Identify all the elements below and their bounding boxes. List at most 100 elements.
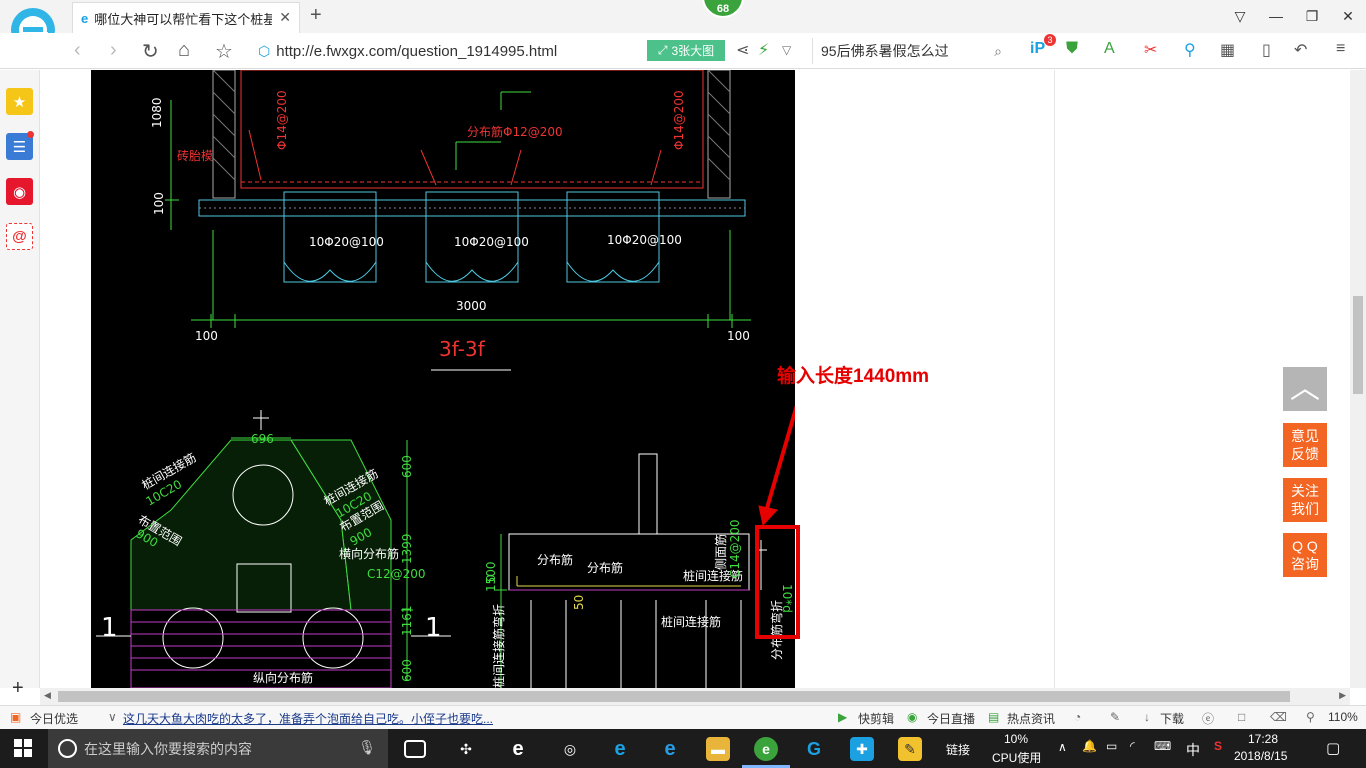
url-text: http://e.fwxgx.com/question_1914995.html [276,42,558,60]
swirl-app-icon[interactable]: ◎ [558,737,582,761]
share-icon[interactable]: ⋖ [736,40,749,60]
score-badge[interactable]: 68 [702,0,744,18]
quick-clip-link[interactable]: 快剪辑 [858,710,894,727]
ie-icon[interactable]: e [658,737,682,761]
feedback-button[interactable]: 意见 反馈 [1283,423,1327,467]
live-link[interactable]: 今日直播 [927,710,975,727]
undo-icon[interactable]: ↶ [1294,40,1307,60]
d-dim-0: 0 [484,574,498,582]
g-app-icon[interactable]: G [802,737,826,761]
scroll-left-icon[interactable]: ◀ [44,690,51,701]
scroll-right-icon[interactable]: ▶ [1339,690,1346,701]
d-dist-label-2: 分布筋 [587,560,623,575]
notification-bell-icon[interactable]: 🔔 [1082,739,1097,753]
home-icon[interactable]: ⌂ [178,39,190,62]
scissors-icon[interactable]: ✂ [1144,40,1157,60]
ip-icon[interactable]: iP [1030,40,1045,58]
ie-mode-icon[interactable]: ⓔ [1202,710,1214,727]
tab-close-icon[interactable]: ✕ [279,9,291,26]
translate-icon[interactable]: A [1104,40,1115,58]
back-to-top-button[interactable]: ︿ [1283,367,1327,411]
taskbar-search-placeholder: 在这里输入你要搜索的内容 [84,740,252,757]
search-input[interactable]: 95后佛系暑假怎么过 ⌕ [812,38,1008,64]
left-sidebar: ★ ☰ ◉ @ + [0,70,40,699]
edge-icon[interactable]: e [608,737,632,761]
email-icon[interactable]: @ [6,223,33,250]
horiz-dist-spec: C12@200 [367,567,426,581]
menu-icon[interactable]: ≡ [1336,40,1345,58]
task-view-icon[interactable] [404,740,426,758]
qq-consult-button[interactable]: Q Q 咨询 [1283,533,1327,577]
apps-icon[interactable]: ▦ [1220,40,1235,60]
search-icon[interactable]: ⌕ [994,43,1002,60]
d-tie-label-2: 桩间连接筋 [661,614,721,629]
hot-news-link[interactable]: 热点资讯 [1007,710,1055,727]
clock-time[interactable]: 17:28 [1248,732,1278,746]
horizontal-scrollbar[interactable]: ◀ ▶ [40,688,1350,705]
weibo-icon[interactable]: ◉ [6,178,33,205]
action-center-icon[interactable]: ▢ [1326,739,1340,757]
pin-icon[interactable]: ✎ [1110,710,1120,724]
active-browser-icon[interactable]: e [754,737,778,761]
tray-chevron-icon[interactable]: ∧ [1058,740,1067,754]
windows-start-icon[interactable] [14,739,32,757]
skin-icon[interactable]: ▽ [1222,0,1258,32]
links-toolbar[interactable]: 链接 [946,741,970,758]
chevron-down-icon[interactable]: ∨ [108,710,117,724]
minimize-button[interactable]: — [1258,0,1294,32]
magnifier-icon[interactable]: ⚲ [1184,40,1196,60]
vertical-scroll-thumb[interactable] [1353,296,1363,394]
favorite-star-icon[interactable]: ☆ [215,39,233,64]
bottom-bar-3: 10Φ20@100 [607,233,682,247]
shield-icon[interactable]: ⛊ [1066,40,1078,58]
cpu-label: CPU使用 [992,751,1042,765]
browser-e-icon[interactable]: e [506,737,530,761]
follow-button[interactable]: 关注 我们 [1283,478,1327,522]
ime-indicator[interactable]: 中 [1186,740,1200,760]
new-tab-button[interactable]: + [310,4,322,27]
speed-icon[interactable]: ⚡ [758,40,769,60]
section-mark-left: 1 [101,613,118,643]
speed-dial-icon[interactable]: ◔ [1074,710,1081,724]
browser-tab[interactable]: e 哪位大神可以帮忙看下这个桩基础 ✕ [72,2,300,33]
sogou-ime-icon[interactable]: S [1214,739,1222,753]
dim-600-bottom: 600 [400,659,414,682]
wifi-icon[interactable]: ◜ [1130,739,1135,753]
keyboard-icon[interactable]: ⌨ [1154,739,1171,753]
microphone-icon[interactable]: 🎙 [358,739,376,756]
restore-button[interactable]: ❐ [1294,0,1330,32]
clock-date[interactable]: 2018/8/15 [1234,749,1287,763]
refresh-icon[interactable]: ↻ [142,39,159,64]
trash-icon[interactable]: ⌫ [1270,710,1287,724]
navigation-bar: ‹ › ↻ ⌂ ☆ ⬡ http://e.fwxgx.com/question_… [0,33,1366,69]
news-ticker-link[interactable]: 这几天大鱼大肉吃的太多了，准备弄个泡面给自己吃。小侄子也要吃... [123,710,493,727]
horizontal-scroll-thumb[interactable] [58,691,1290,702]
back-icon[interactable]: ‹ [74,39,81,62]
favorites-icon[interactable]: ★ [6,88,33,115]
today-picks-link[interactable]: 今日优选 [30,710,78,727]
notes-app-icon[interactable]: ✎ [898,737,922,761]
d-dim-50: 50 [572,595,586,610]
vertical-scrollbar[interactable] [1350,70,1366,688]
download-link[interactable]: 下载 [1160,710,1184,727]
forward-icon[interactable]: › [110,39,117,62]
content-divider [1054,70,1055,688]
dim-1080: 1080 [150,97,164,128]
chevron-down-icon[interactable]: ▽ [782,43,791,57]
qq-label: Q Q 咨询 [1291,538,1319,572]
status-bar: ▣ 今日优选 ∨ 这几天大鱼大肉吃的太多了，准备弄个泡面给自己吃。小侄子也要吃.… [0,705,1366,729]
mobile-icon[interactable]: ▯ [1262,40,1271,60]
battery-icon[interactable]: ▭ [1106,739,1117,753]
tab-title: 哪位大神可以帮忙看下这个桩基础 [94,11,273,27]
zoom-icon[interactable]: ⚲ [1306,710,1315,724]
plus-app-icon[interactable]: ✚ [850,737,874,761]
add-sidebar-icon[interactable]: + [12,677,24,700]
zoom-level[interactable]: 110% [1328,710,1358,724]
taskbar-search-input[interactable]: 在这里输入你要搜索的内容 🎙 [48,729,388,768]
window-icon[interactable]: □ [1238,710,1245,724]
big-image-button[interactable]: ⤢ 3张大图 [647,40,725,61]
fan-app-icon[interactable]: ✣ [454,737,478,761]
feedback-label: 意见 反馈 [1291,428,1319,462]
close-window-button[interactable]: ✕ [1330,0,1366,32]
file-explorer-icon[interactable]: ▬ [706,737,730,761]
